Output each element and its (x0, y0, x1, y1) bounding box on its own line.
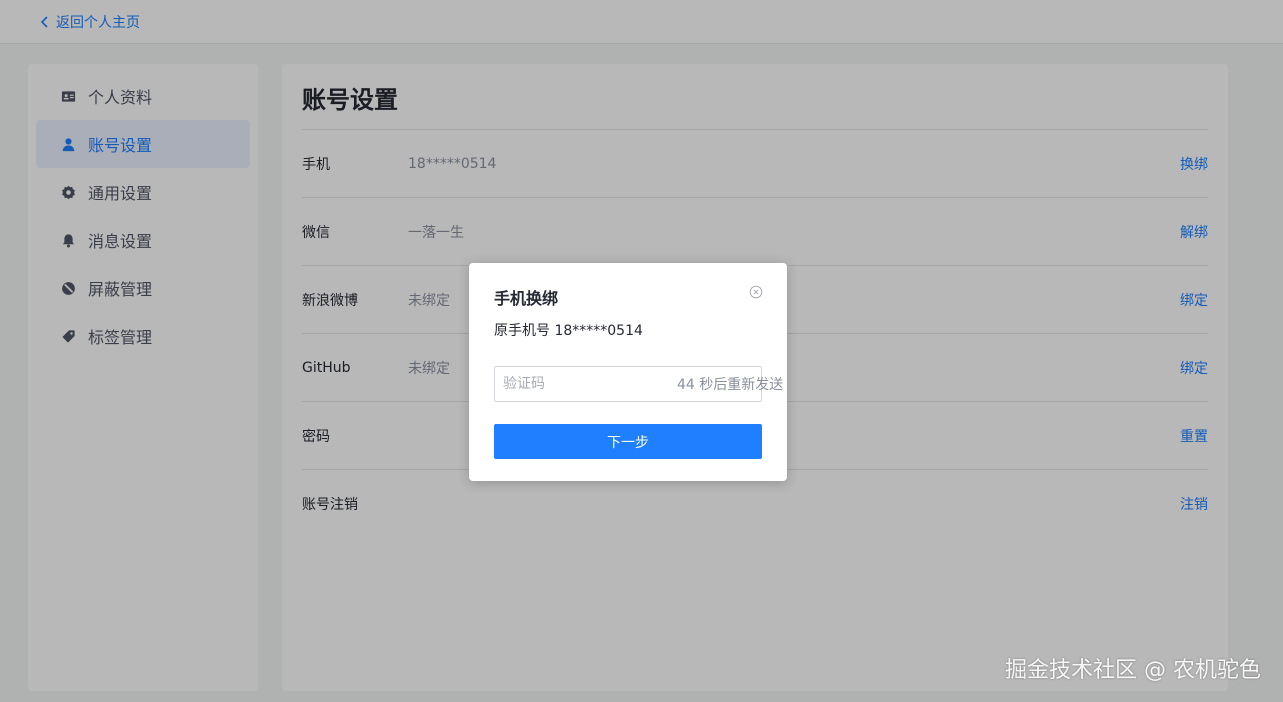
resend-countdown: 44 秒后重新发送 (677, 377, 784, 393)
close-icon[interactable] (749, 284, 763, 299)
dialog-title: 手机换绑 (494, 289, 559, 308)
next-step-button[interactable]: 下一步 (494, 424, 762, 459)
watermark: 掘金技术社区 @ 农机驼色 (1005, 658, 1261, 683)
verification-code-input[interactable] (495, 367, 677, 401)
rebind-phone-dialog: 手机换绑 原手机号 18*****0514 44 秒后重新发送 下一步 (469, 263, 787, 481)
original-phone-text: 原手机号 18*****0514 (494, 323, 643, 339)
verification-code-box: 44 秒后重新发送 (494, 366, 783, 402)
